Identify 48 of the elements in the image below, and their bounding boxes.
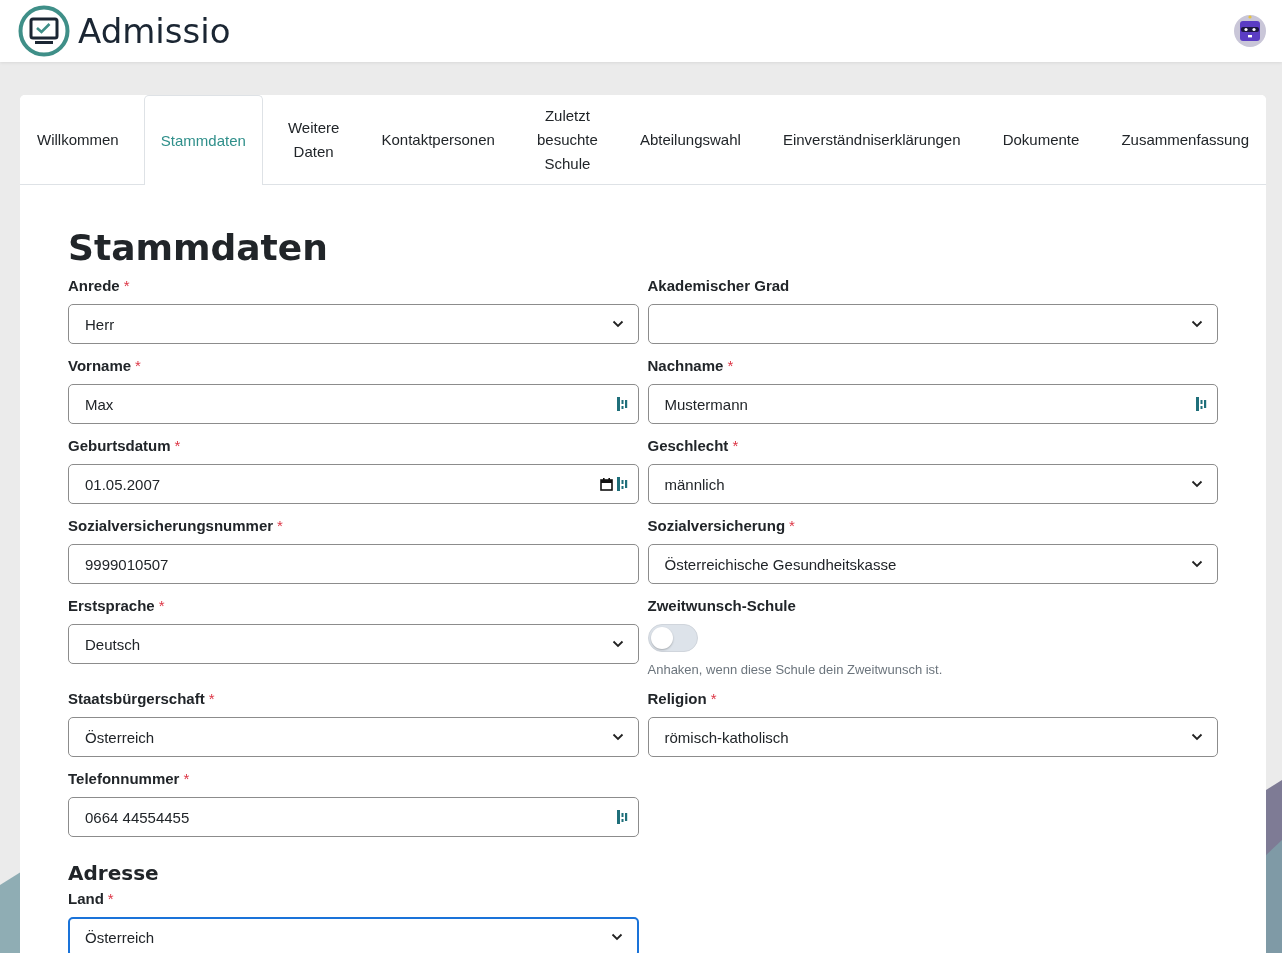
page-heading: Stammdaten <box>68 227 329 268</box>
field-label: Geschlecht * <box>647 436 739 456</box>
select-field[interactable]: Österreich <box>68 717 639 757</box>
field-label: Nachname * <box>647 356 734 376</box>
field-label: Sozialversicherung * <box>647 516 795 536</box>
toggle-switch[interactable] <box>647 624 698 652</box>
chevron-down-icon <box>1191 320 1203 328</box>
chevron-down-icon <box>610 933 623 941</box>
chevron-down-icon <box>611 320 624 328</box>
bars-icon[interactable] <box>616 477 628 491</box>
chevron-down-icon <box>1191 480 1203 488</box>
monitor-check-logo-icon <box>18 5 70 57</box>
section-heading: Adresse <box>68 861 160 885</box>
chevron-down-icon <box>1191 560 1203 568</box>
select-field[interactable]: Herr <box>68 304 639 344</box>
calendar-icon <box>599 477 613 491</box>
field-label: Telefonnummer * <box>68 769 190 789</box>
select-field[interactable]: männlich <box>647 464 1218 504</box>
select-field[interactable]: Deutsch <box>68 624 639 664</box>
select-field[interactable]: Österreichische Gesundheitskasse <box>647 544 1218 584</box>
robot-avatar-icon[interactable] <box>1233 14 1267 48</box>
bars-icon[interactable] <box>616 397 628 411</box>
select-field[interactable]: Österreich <box>68 917 639 953</box>
field-label: Staatsbürgerschaft * <box>68 689 215 709</box>
input-field[interactable]: 0664 44554455 <box>68 797 639 837</box>
field-label: Anrede * <box>68 276 130 296</box>
field-label: Religion * <box>647 689 717 709</box>
field-label: Land * <box>68 889 114 909</box>
chevron-down-icon <box>611 640 624 648</box>
select-field[interactable] <box>647 304 1218 344</box>
field-label: Akademischer Grad <box>647 276 790 296</box>
field-label: Sozialversicherungsnummer * <box>68 516 283 536</box>
chevron-down-icon <box>1191 733 1203 741</box>
bars-icon[interactable] <box>1196 397 1207 411</box>
input-field[interactable]: Mustermann <box>647 384 1218 424</box>
field-label: Vorname * <box>68 356 141 376</box>
hint-text: Anhaken, wenn diese Schule dein Zweitwunsch ist. <box>647 662 944 677</box>
input-field[interactable]: Max <box>68 384 639 424</box>
select-field[interactable]: römisch-katholisch <box>647 717 1218 757</box>
chevron-down-icon <box>611 733 624 741</box>
input-field[interactable]: 9999010507 <box>68 544 639 584</box>
bars-icon[interactable] <box>616 810 628 824</box>
field-label: Zweitwunsch-Schule <box>647 596 796 616</box>
input-field[interactable]: 01.05.2007 <box>68 464 639 504</box>
app-name: Admissio <box>78 11 231 51</box>
field-label: Erstsprache * <box>68 596 165 616</box>
field-label: Geburtsdatum * <box>68 436 181 456</box>
tab[interactable]: Stammdaten <box>143 95 263 185</box>
